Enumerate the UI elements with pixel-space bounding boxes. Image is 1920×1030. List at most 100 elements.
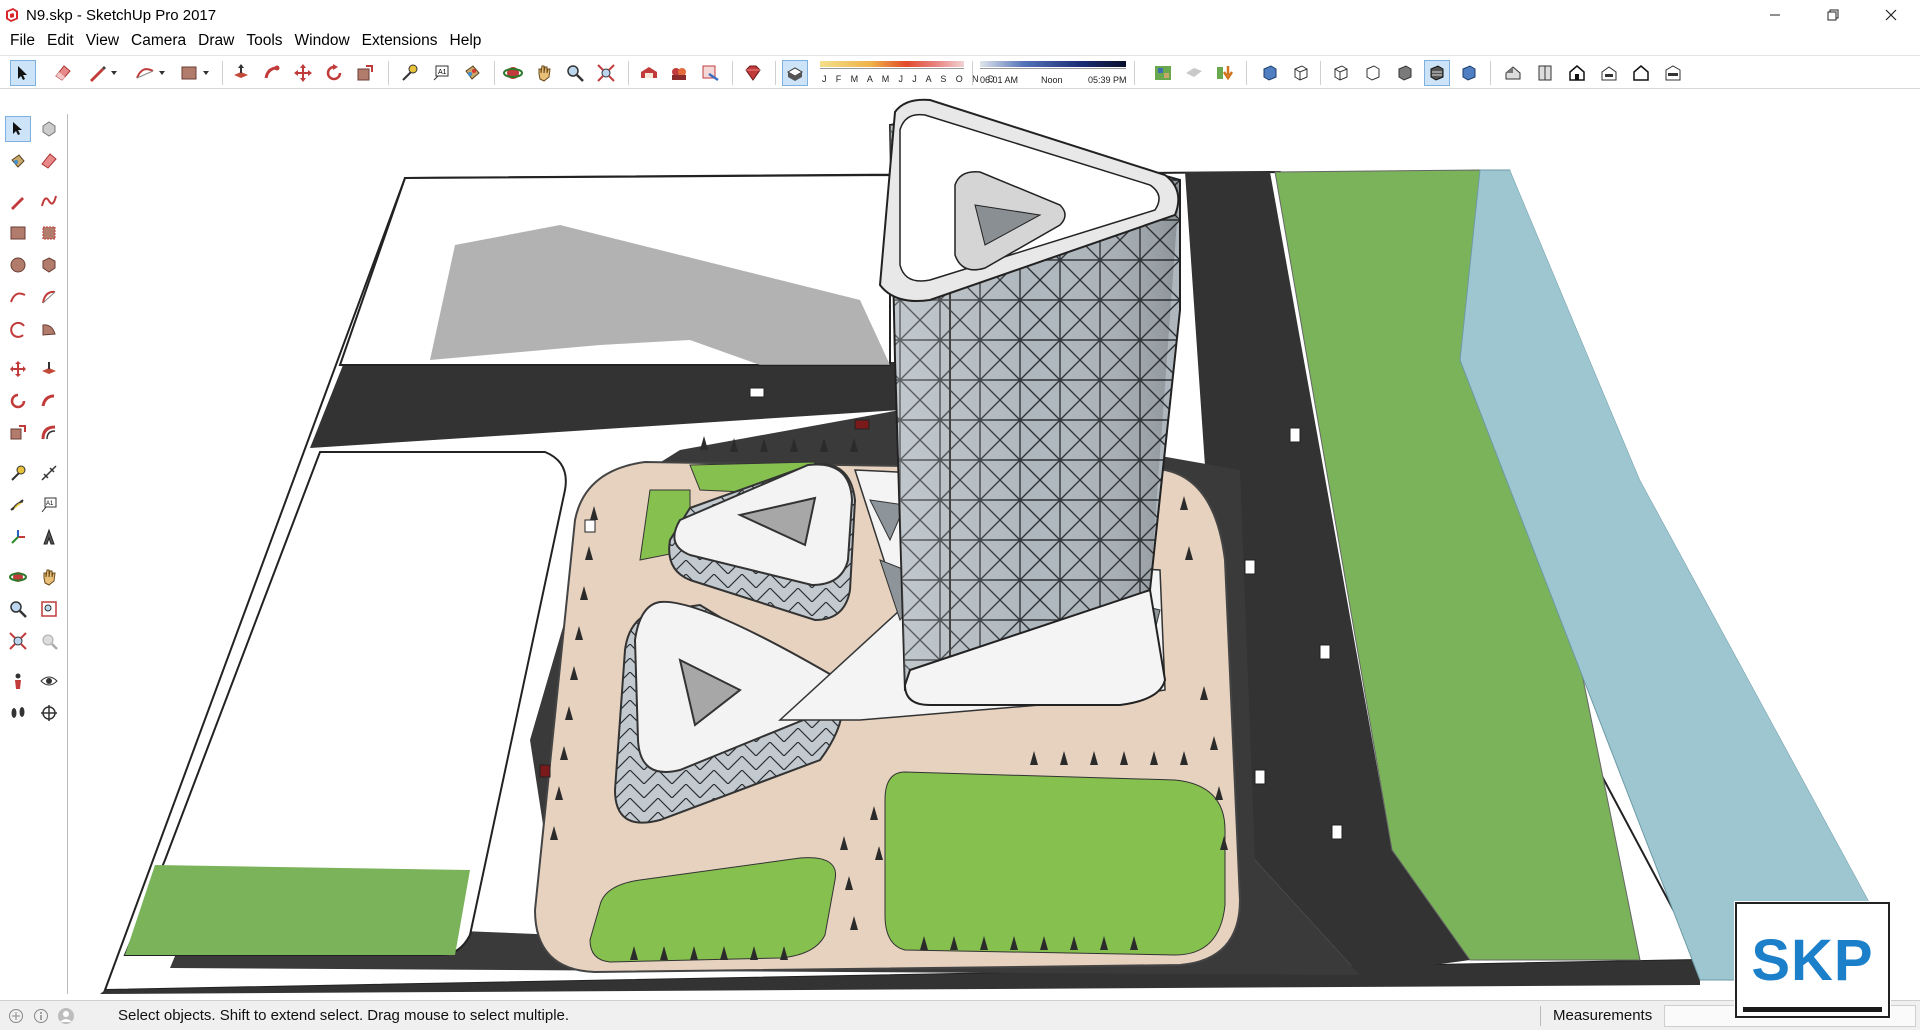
- left-move-tool[interactable]: [5, 356, 31, 382]
- left-3d-text-tool[interactable]: [36, 524, 62, 550]
- menu-view[interactable]: View: [80, 30, 125, 52]
- top-view-button[interactable]: [1532, 60, 1558, 86]
- left-text-tool[interactable]: A1: [36, 492, 62, 518]
- dropdown-arrow-icon: [203, 71, 209, 75]
- menu-draw[interactable]: Draw: [192, 30, 240, 52]
- extension-warehouse-button[interactable]: [666, 60, 692, 86]
- paint-bucket-tool-button[interactable]: [459, 60, 485, 86]
- tape-measure-tool-button[interactable]: [396, 60, 422, 86]
- left-polygon-tool[interactable]: [36, 252, 62, 278]
- left-look-around-tool[interactable]: [36, 668, 62, 694]
- toggle-terrain-button[interactable]: [1181, 60, 1207, 86]
- menu-camera[interactable]: Camera: [125, 30, 192, 52]
- shaded-textures-style-button[interactable]: [1424, 60, 1450, 86]
- arc-tool-dropdown[interactable]: [156, 60, 168, 86]
- menu-file[interactable]: File: [4, 30, 41, 52]
- restore-button[interactable]: [1804, 0, 1862, 30]
- left-freehand-tool[interactable]: [36, 188, 62, 214]
- xray-style-button[interactable]: [1257, 60, 1283, 86]
- shadow-date-slider[interactable]: J F M A M J J A S O N D: [818, 59, 994, 87]
- left-walk-tool[interactable]: [5, 700, 31, 726]
- pan-tool-button[interactable]: [531, 60, 557, 86]
- monochrome-style-button[interactable]: [1456, 60, 1482, 86]
- left-pan-tool[interactable]: [36, 564, 62, 590]
- back-edges-style-button[interactable]: [1288, 60, 1314, 86]
- left-previous-view-tool[interactable]: [36, 628, 62, 654]
- extension-manager-button[interactable]: [740, 60, 766, 86]
- user-account-icon[interactable]: [57, 1007, 75, 1025]
- right-view-button[interactable]: [1596, 60, 1622, 86]
- front-view-button[interactable]: [1564, 60, 1590, 86]
- left-eraser-tool[interactable]: [36, 148, 62, 174]
- cube-wireframe-icon: [1334, 65, 1348, 81]
- shaded-style-button[interactable]: [1392, 60, 1418, 86]
- minimize-button[interactable]: [1746, 0, 1804, 30]
- left-offset-tool[interactable]: [36, 420, 62, 446]
- rectangle-tool-button[interactable]: [176, 60, 202, 86]
- back-view-button[interactable]: [1628, 60, 1654, 86]
- left-zoom-extents-tool[interactable]: [5, 628, 31, 654]
- iso-view-button[interactable]: [1500, 60, 1526, 86]
- geo-location-icon[interactable]: [7, 1007, 25, 1025]
- left-protractor-tool[interactable]: [5, 492, 31, 518]
- hidden-line-style-button[interactable]: [1360, 60, 1386, 86]
- dimension-tool-button[interactable]: A1: [428, 60, 454, 86]
- left-3point-arc-tool[interactable]: [5, 316, 31, 342]
- select-tool-button[interactable]: [10, 60, 36, 86]
- add-location-button[interactable]: [1150, 60, 1176, 86]
- orbit-icon: [503, 67, 523, 79]
- left-pie-tool[interactable]: [36, 316, 62, 342]
- shadows-toggle-button[interactable]: [782, 60, 808, 86]
- house-back-icon: [1633, 65, 1649, 81]
- left-tape-measure-tool[interactable]: [5, 460, 31, 486]
- left-rotated-rectangle-tool[interactable]: [36, 220, 62, 246]
- left-circle-tool[interactable]: [5, 252, 31, 278]
- add-photo-texture-button[interactable]: [1212, 60, 1238, 86]
- follow-me-tool-button[interactable]: [259, 60, 285, 86]
- left-zoom-tool[interactable]: [5, 596, 31, 622]
- close-button[interactable]: [1862, 0, 1920, 30]
- left-component-tool[interactable]: [36, 116, 62, 142]
- left-2point-arc-tool[interactable]: [36, 284, 62, 310]
- left-position-camera-tool[interactable]: [5, 668, 31, 694]
- menu-tools[interactable]: Tools: [240, 30, 288, 52]
- left-zoom-window-tool[interactable]: [36, 596, 62, 622]
- zoom-extents-tool-button[interactable]: [593, 60, 619, 86]
- wireframe-style-button[interactable]: [1328, 60, 1354, 86]
- rotate-tool-button[interactable]: [321, 60, 347, 86]
- eraser-tool-button[interactable]: [50, 60, 76, 86]
- shadow-time-slider[interactable]: 06:01 AM Noon 05:39 PM: [978, 59, 1128, 87]
- menu-edit[interactable]: Edit: [41, 30, 80, 52]
- line-tool-button[interactable]: [84, 60, 110, 86]
- move-tool-button[interactable]: [290, 60, 316, 86]
- left-scale-tool[interactable]: [5, 420, 31, 446]
- info-credits-icon[interactable]: [32, 1007, 50, 1025]
- left-rectangle-tool[interactable]: [5, 220, 31, 246]
- left-line-tool[interactable]: [5, 188, 31, 214]
- orbit-tool-button[interactable]: [500, 60, 526, 86]
- left-axes-tool[interactable]: [5, 524, 31, 550]
- left-orbit-tool[interactable]: [5, 564, 31, 590]
- left-follow-me-tool[interactable]: [36, 388, 62, 414]
- left-dimension-tool[interactable]: [36, 460, 62, 486]
- left-rotate-tool[interactable]: [5, 388, 31, 414]
- left-push-pull-tool[interactable]: [36, 356, 62, 382]
- scale-tool-button[interactable]: [352, 60, 378, 86]
- push-pull-tool-button[interactable]: [228, 60, 254, 86]
- menu-extensions[interactable]: Extensions: [356, 30, 444, 52]
- arc-tool-button[interactable]: [132, 60, 158, 86]
- left-select-tool[interactable]: [5, 116, 31, 142]
- menu-window[interactable]: Window: [289, 30, 356, 52]
- model-viewport[interactable]: [69, 92, 1920, 994]
- menu-help[interactable]: Help: [444, 30, 488, 52]
- left-arc-tool[interactable]: [5, 284, 31, 310]
- send-to-layout-button[interactable]: [697, 60, 723, 86]
- left-paint-tool[interactable]: [5, 148, 31, 174]
- line-tool-dropdown[interactable]: [108, 60, 120, 86]
- left-view-button[interactable]: [1660, 60, 1686, 86]
- 3d-warehouse-button[interactable]: [636, 60, 662, 86]
- shape-tool-dropdown[interactable]: [200, 60, 212, 86]
- left-section-plane-tool[interactable]: [36, 700, 62, 726]
- zoom-tool-button[interactable]: [562, 60, 588, 86]
- skp-logo-underline: [1743, 1007, 1882, 1012]
